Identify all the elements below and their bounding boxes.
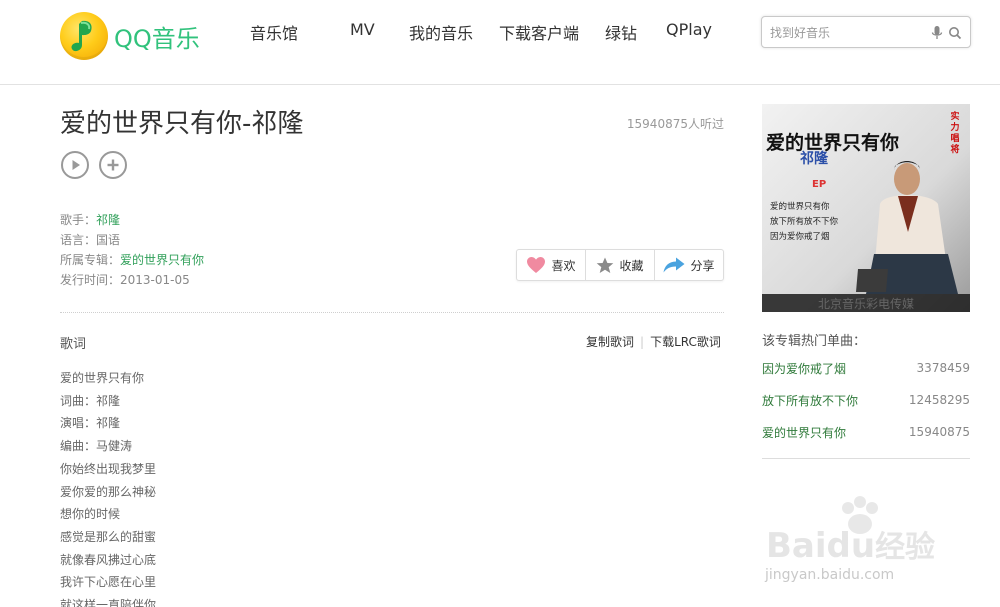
play-button[interactable] xyxy=(61,151,89,179)
cover-bottom-text: 北京音乐彩电传媒 xyxy=(818,296,914,311)
lyric-line: 感觉是那么的甜蜜 xyxy=(60,529,157,544)
share-arrow-icon xyxy=(663,257,685,273)
hot-song-row: 因为爱你戒了烟 3378459 xyxy=(762,352,970,384)
singer-label: 歌手： xyxy=(60,213,97,227)
like-label: 喜欢 xyxy=(551,258,576,273)
hot-song-name[interactable]: 因为爱你戒了烟 xyxy=(762,360,846,377)
singer-link[interactable]: 祁隆 xyxy=(96,213,120,227)
nav-download-client[interactable]: 下载客户端 xyxy=(499,20,605,44)
album-row: 所属专辑：爱的世界只有你 xyxy=(60,251,204,268)
lyrics-tools: 复制歌词 | 下载LRC歌词 xyxy=(586,333,721,350)
release-label: 发行时间： xyxy=(60,273,121,287)
lyric-line: 编曲：马健涛 xyxy=(60,439,133,454)
music-note-logo-icon xyxy=(60,12,108,60)
plus-icon xyxy=(107,159,119,171)
cover-track-list: 爱的世界只有你 放下所有放不下你 因为爱你戒了烟 xyxy=(770,200,838,245)
hot-song-name[interactable]: 爱的世界只有你 xyxy=(762,424,846,441)
album-cover[interactable]: 北京音乐彩电传媒 爱的世界只有你 祁隆 实力唱将 EP 爱的世界只有你 放下所有… xyxy=(762,104,970,312)
singer-row: 歌手：祁隆 xyxy=(60,211,120,228)
copy-lyrics-link[interactable]: 复制歌词 xyxy=(586,335,634,349)
release-row: 发行时间：2013-01-05 xyxy=(60,271,190,288)
lyric-line: 演唱：祁隆 xyxy=(60,416,121,431)
lyric-line: 就像春风拂过心底 xyxy=(60,552,157,567)
song-title: 爱的世界只有你-祁隆 xyxy=(60,109,304,139)
star-icon xyxy=(597,257,614,273)
search-icon[interactable] xyxy=(948,25,962,41)
listen-count: 15940875人听过 xyxy=(626,117,724,131)
lyric-line: 词曲：祁隆 xyxy=(60,393,121,408)
collect-button[interactable]: 收藏 xyxy=(586,250,655,280)
nav-green-diamond[interactable]: 绿钻 xyxy=(605,20,666,44)
lyric-line: 想你的时候 xyxy=(60,507,121,522)
watermark-brand: Bai xyxy=(766,526,827,566)
watermark-brand-du: du xyxy=(826,526,876,566)
hot-songs-list: 因为爱你戒了烟 3378459 放下所有放不下你 12458295 爱的世界只有… xyxy=(762,352,970,448)
add-to-list-button[interactable] xyxy=(99,151,127,179)
nav-music-hall[interactable]: 音乐馆 xyxy=(250,20,350,44)
search-box xyxy=(761,16,971,48)
hot-list-divider xyxy=(762,458,970,459)
lyric-line: 爱你爱的那么神秘 xyxy=(60,484,157,499)
watermark-brand-cn: 经验 xyxy=(875,530,936,565)
collect-label: 收藏 xyxy=(619,258,644,273)
qq-music-logo[interactable]: QQ音乐 xyxy=(60,10,200,62)
tools-separator: | xyxy=(640,335,645,349)
like-button[interactable]: 喜欢 xyxy=(517,250,586,280)
share-label: 分享 xyxy=(690,258,715,273)
search-input[interactable] xyxy=(770,23,920,43)
language-label: 语言： xyxy=(60,233,97,247)
nav-mv[interactable]: MV xyxy=(350,20,409,44)
hot-songs-heading: 该专辑热门单曲： xyxy=(762,334,867,349)
lyrics-body: 爱的世界只有你 词曲：祁隆 演唱：祁隆 编曲：马健涛 你始终出现我梦里 爱你爱的… xyxy=(60,367,156,607)
hot-song-count: 12458295 xyxy=(908,393,970,407)
nav-qplay[interactable]: QPlay xyxy=(666,20,712,44)
hot-song-row: 放下所有放不下你 12458295 xyxy=(762,384,970,416)
logo-text: QQ音乐 xyxy=(114,24,200,53)
top-header: QQ音乐 音乐馆 MV 我的音乐 下载客户端 绿钻 QPlay xyxy=(0,0,1000,85)
cover-track: 放下所有放不下你 xyxy=(770,217,839,227)
cover-side-text: 实力唱将 xyxy=(950,112,960,155)
lyric-line: 我许下心愿在心里 xyxy=(60,575,157,590)
language-row: 语言：国语 xyxy=(60,231,120,248)
action-bar: 喜欢 收藏 分享 xyxy=(516,249,724,281)
heart-icon xyxy=(527,257,546,273)
hot-song-count: 3378459 xyxy=(916,361,970,375)
share-button[interactable]: 分享 xyxy=(655,250,723,280)
lyric-line: 爱的世界只有你 xyxy=(60,371,145,385)
album-label: 所属专辑： xyxy=(60,253,121,267)
nav-my-music[interactable]: 我的音乐 xyxy=(409,20,499,44)
cover-track: 爱的世界只有你 xyxy=(770,202,830,212)
hot-song-name[interactable]: 放下所有放不下你 xyxy=(762,392,858,409)
section-divider xyxy=(60,312,724,313)
cover-ep: EP xyxy=(812,179,827,190)
cover-title: 爱的世界只有你 xyxy=(766,132,900,154)
lyric-line: 你始终出现我梦里 xyxy=(60,461,157,476)
main-nav: 音乐馆 MV 我的音乐 下载客户端 绿钻 QPlay xyxy=(250,20,712,44)
cover-artist: 祁隆 xyxy=(800,151,828,167)
play-icon xyxy=(72,160,80,170)
album-link[interactable]: 爱的世界只有你 xyxy=(120,253,204,267)
microphone-icon[interactable] xyxy=(930,25,944,41)
hot-song-row: 爱的世界只有你 15940875 xyxy=(762,416,970,448)
language-value: 国语 xyxy=(96,233,121,247)
lyric-line: 就这样一直陪伴你 xyxy=(60,598,157,607)
cover-track: 因为爱你戒了烟 xyxy=(770,232,830,242)
lyrics-heading: 歌词 xyxy=(60,337,87,352)
watermark-url: jingyan.baidu.com xyxy=(765,567,895,583)
hot-song-count: 15940875 xyxy=(908,425,970,439)
download-lrc-link[interactable]: 下载LRC歌词 xyxy=(650,335,721,349)
release-date: 2013-01-05 xyxy=(120,273,190,287)
